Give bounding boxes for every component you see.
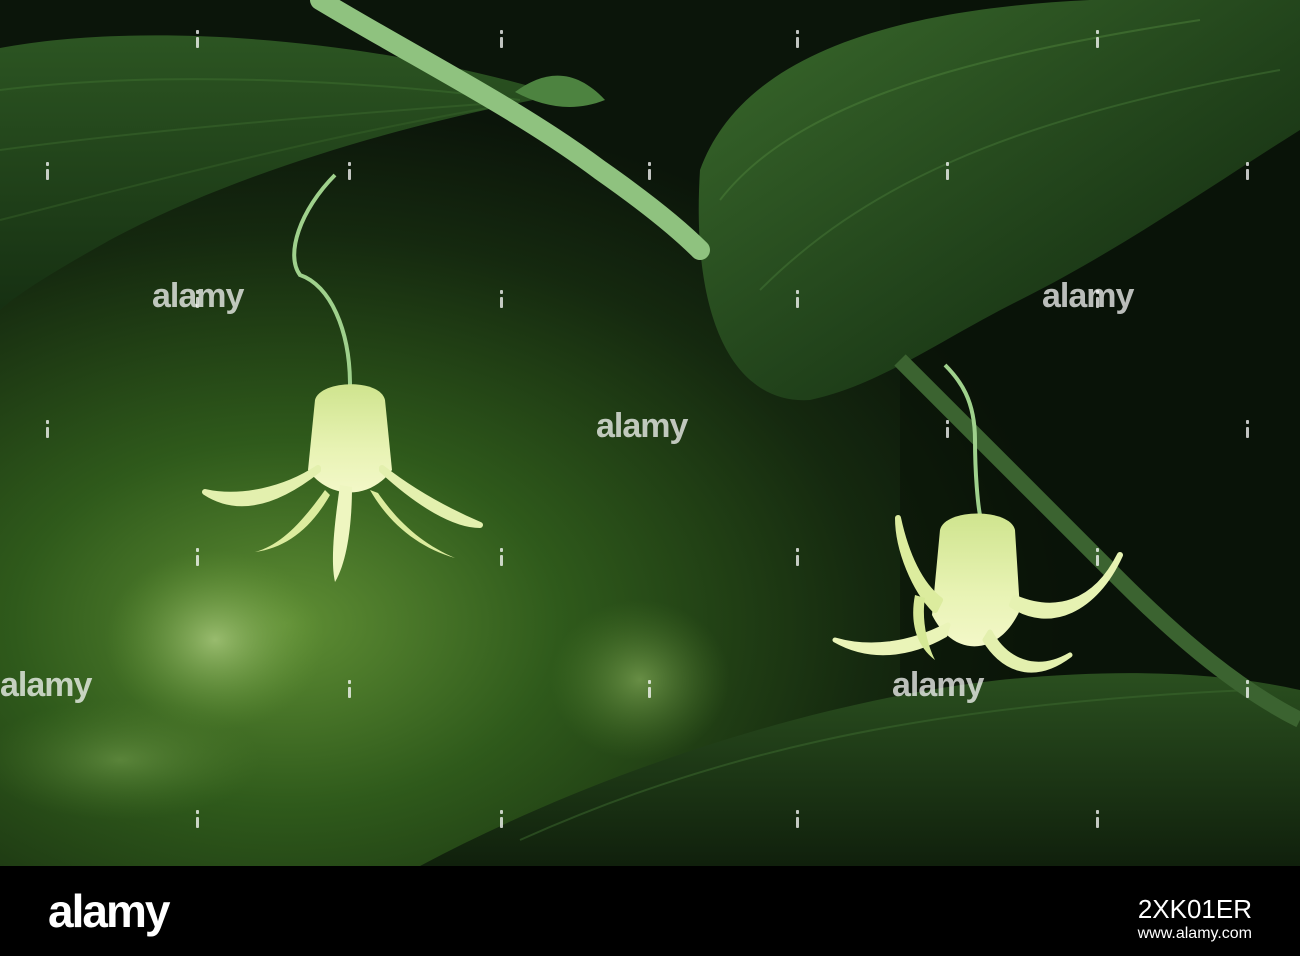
watermark-mark xyxy=(1092,548,1103,566)
watermark-mark xyxy=(792,548,803,566)
watermark-mark xyxy=(496,30,507,48)
watermark-mark xyxy=(644,162,655,180)
watermark-mark xyxy=(1092,810,1103,828)
watermark-mark xyxy=(792,810,803,828)
watermark-text: alamy xyxy=(0,666,92,704)
watermark-mark xyxy=(1242,680,1253,698)
watermark-mark xyxy=(496,810,507,828)
watermark-text: alamy xyxy=(596,407,688,445)
watermark-mark xyxy=(344,162,355,180)
watermark-mark xyxy=(496,290,507,308)
watermark-mark xyxy=(942,420,953,438)
footer-bar: alamy 2XK01ER www.alamy.com xyxy=(0,866,1300,956)
watermark-mark xyxy=(1242,162,1253,180)
site-url: www.alamy.com xyxy=(1137,925,1252,942)
watermark-mark xyxy=(42,162,53,180)
watermark-mark xyxy=(192,548,203,566)
watermark-text: alamy xyxy=(1042,277,1134,315)
watermark-mark xyxy=(344,680,355,698)
watermark-mark xyxy=(192,810,203,828)
watermark-text: alamy xyxy=(152,277,244,315)
watermark-mark xyxy=(644,680,655,698)
watermark-mark xyxy=(1092,30,1103,48)
watermark-mark xyxy=(1242,420,1253,438)
image-frame: alamy alamy alamy alamy alamy alamy 2XK0… xyxy=(0,0,1300,956)
footer-logo: alamy xyxy=(48,885,170,937)
bokeh-highlight xyxy=(550,600,730,760)
watermark-mark xyxy=(792,290,803,308)
watermark-mark xyxy=(792,30,803,48)
image-id: 2XK01ER xyxy=(1137,894,1252,924)
watermark-text: alamy xyxy=(892,666,984,704)
watermark-mark xyxy=(192,30,203,48)
watermark-mark xyxy=(42,420,53,438)
watermark-mark xyxy=(942,162,953,180)
watermark-mark xyxy=(496,548,507,566)
